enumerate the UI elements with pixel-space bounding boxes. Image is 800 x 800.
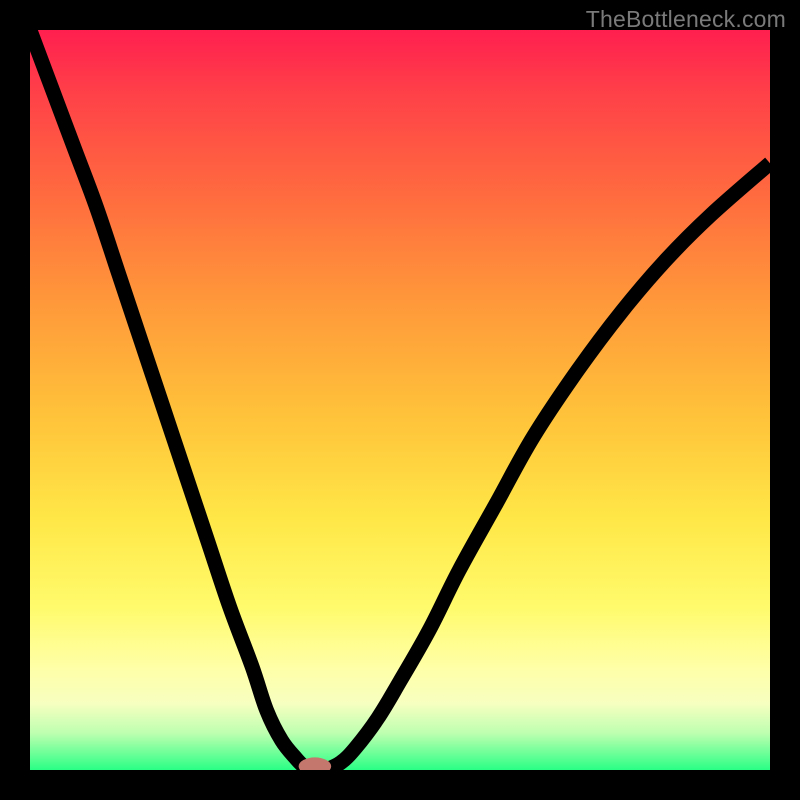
- watermark-text: TheBottleneck.com: [586, 6, 786, 33]
- right-branch-curve: [326, 163, 770, 770]
- chart-svg: [30, 30, 770, 770]
- plot-area: [30, 30, 770, 770]
- chart-frame: TheBottleneck.com: [0, 0, 800, 800]
- left-branch-curve: [30, 30, 311, 770]
